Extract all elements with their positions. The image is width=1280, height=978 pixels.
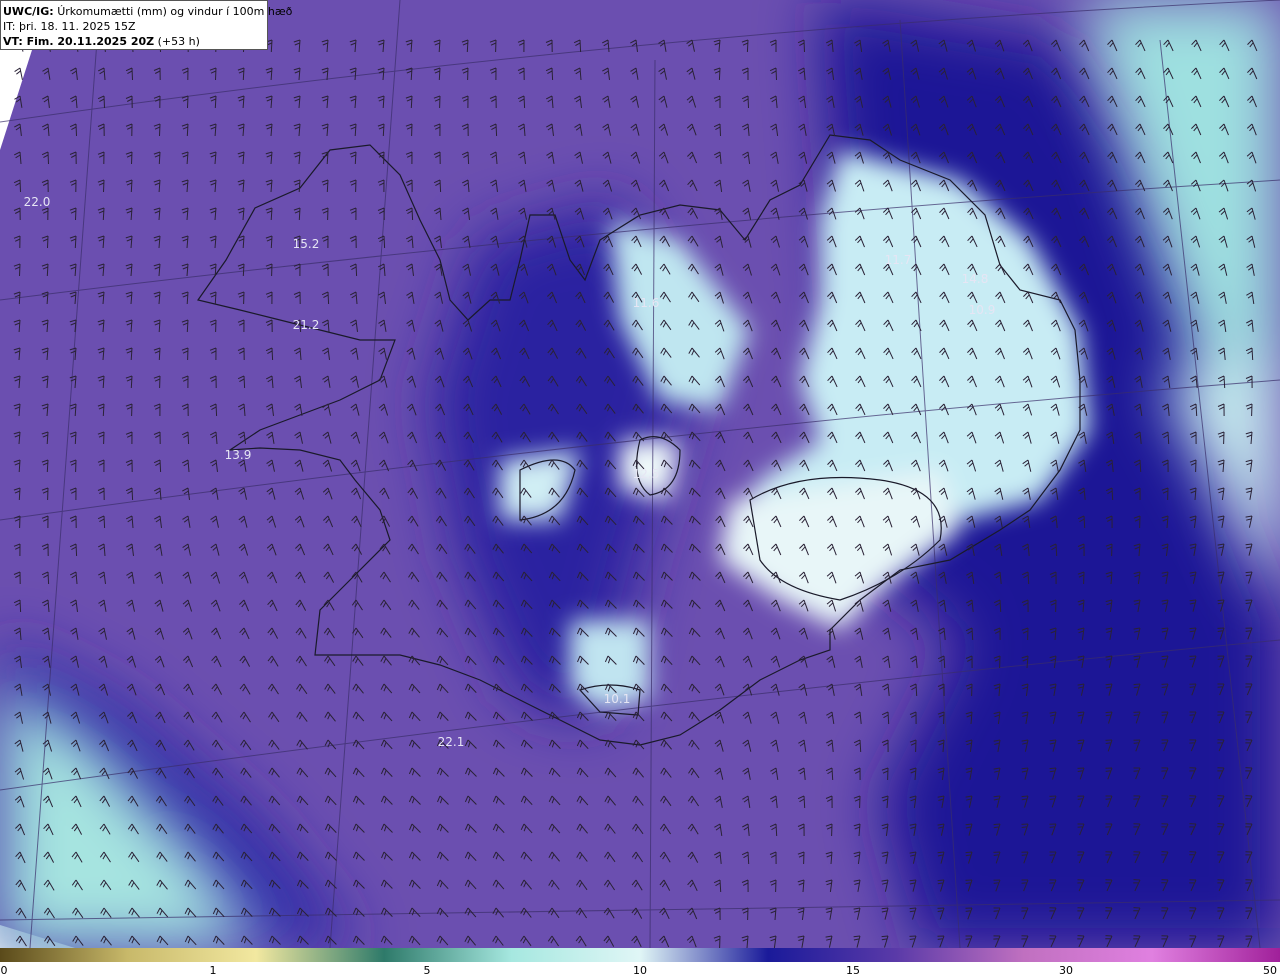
colorbar-tick: 30	[1059, 964, 1073, 977]
colorbar-tick: 1	[209, 964, 217, 977]
value-label: 13.9	[224, 448, 252, 462]
valid-time-line: VT: Fim. 20.11.2025 20Z (+53 h)	[3, 34, 265, 49]
value-label: 11.6	[632, 296, 660, 310]
valid-time: VT: Fim. 20.11.2025 20Z	[3, 35, 155, 48]
colorbar-tick: 15	[846, 964, 860, 977]
value-label: 21.2	[292, 318, 320, 332]
issue-time: IT: þri. 18. 11. 2025 15Z	[3, 20, 136, 33]
value-label: 22.0	[23, 195, 51, 209]
colorbar-tick: 50	[1263, 964, 1277, 977]
map-info-box: UWC/IG: Úrkomumætti (mm) og vindur í 100…	[0, 0, 292, 50]
colorbar-tick: 0	[0, 964, 8, 977]
map-title: Úrkomumætti (mm) og vindur í 100m hæð	[57, 5, 293, 18]
colorbar: 0 1 5 10 15 30 50	[0, 948, 1280, 978]
colorbar-strip	[0, 948, 1280, 962]
value-label: 12.5	[632, 467, 660, 481]
value-label: 14.8	[961, 272, 989, 286]
value-label: 10.9	[968, 303, 996, 317]
value-label: 11.7	[884, 253, 912, 267]
lead-time: (+53 h)	[157, 35, 200, 48]
value-label: 15.2	[292, 237, 320, 251]
value-label: 22.1	[437, 735, 465, 749]
model-tag: UWC/IG:	[3, 5, 54, 18]
colorbar-tick: 5	[423, 964, 431, 977]
value-label: 10.1	[603, 692, 631, 706]
colorbar-tick: 10	[633, 964, 647, 977]
title-line: UWC/IG: Úrkomumætti (mm) og vindur í 100…	[3, 4, 292, 19]
